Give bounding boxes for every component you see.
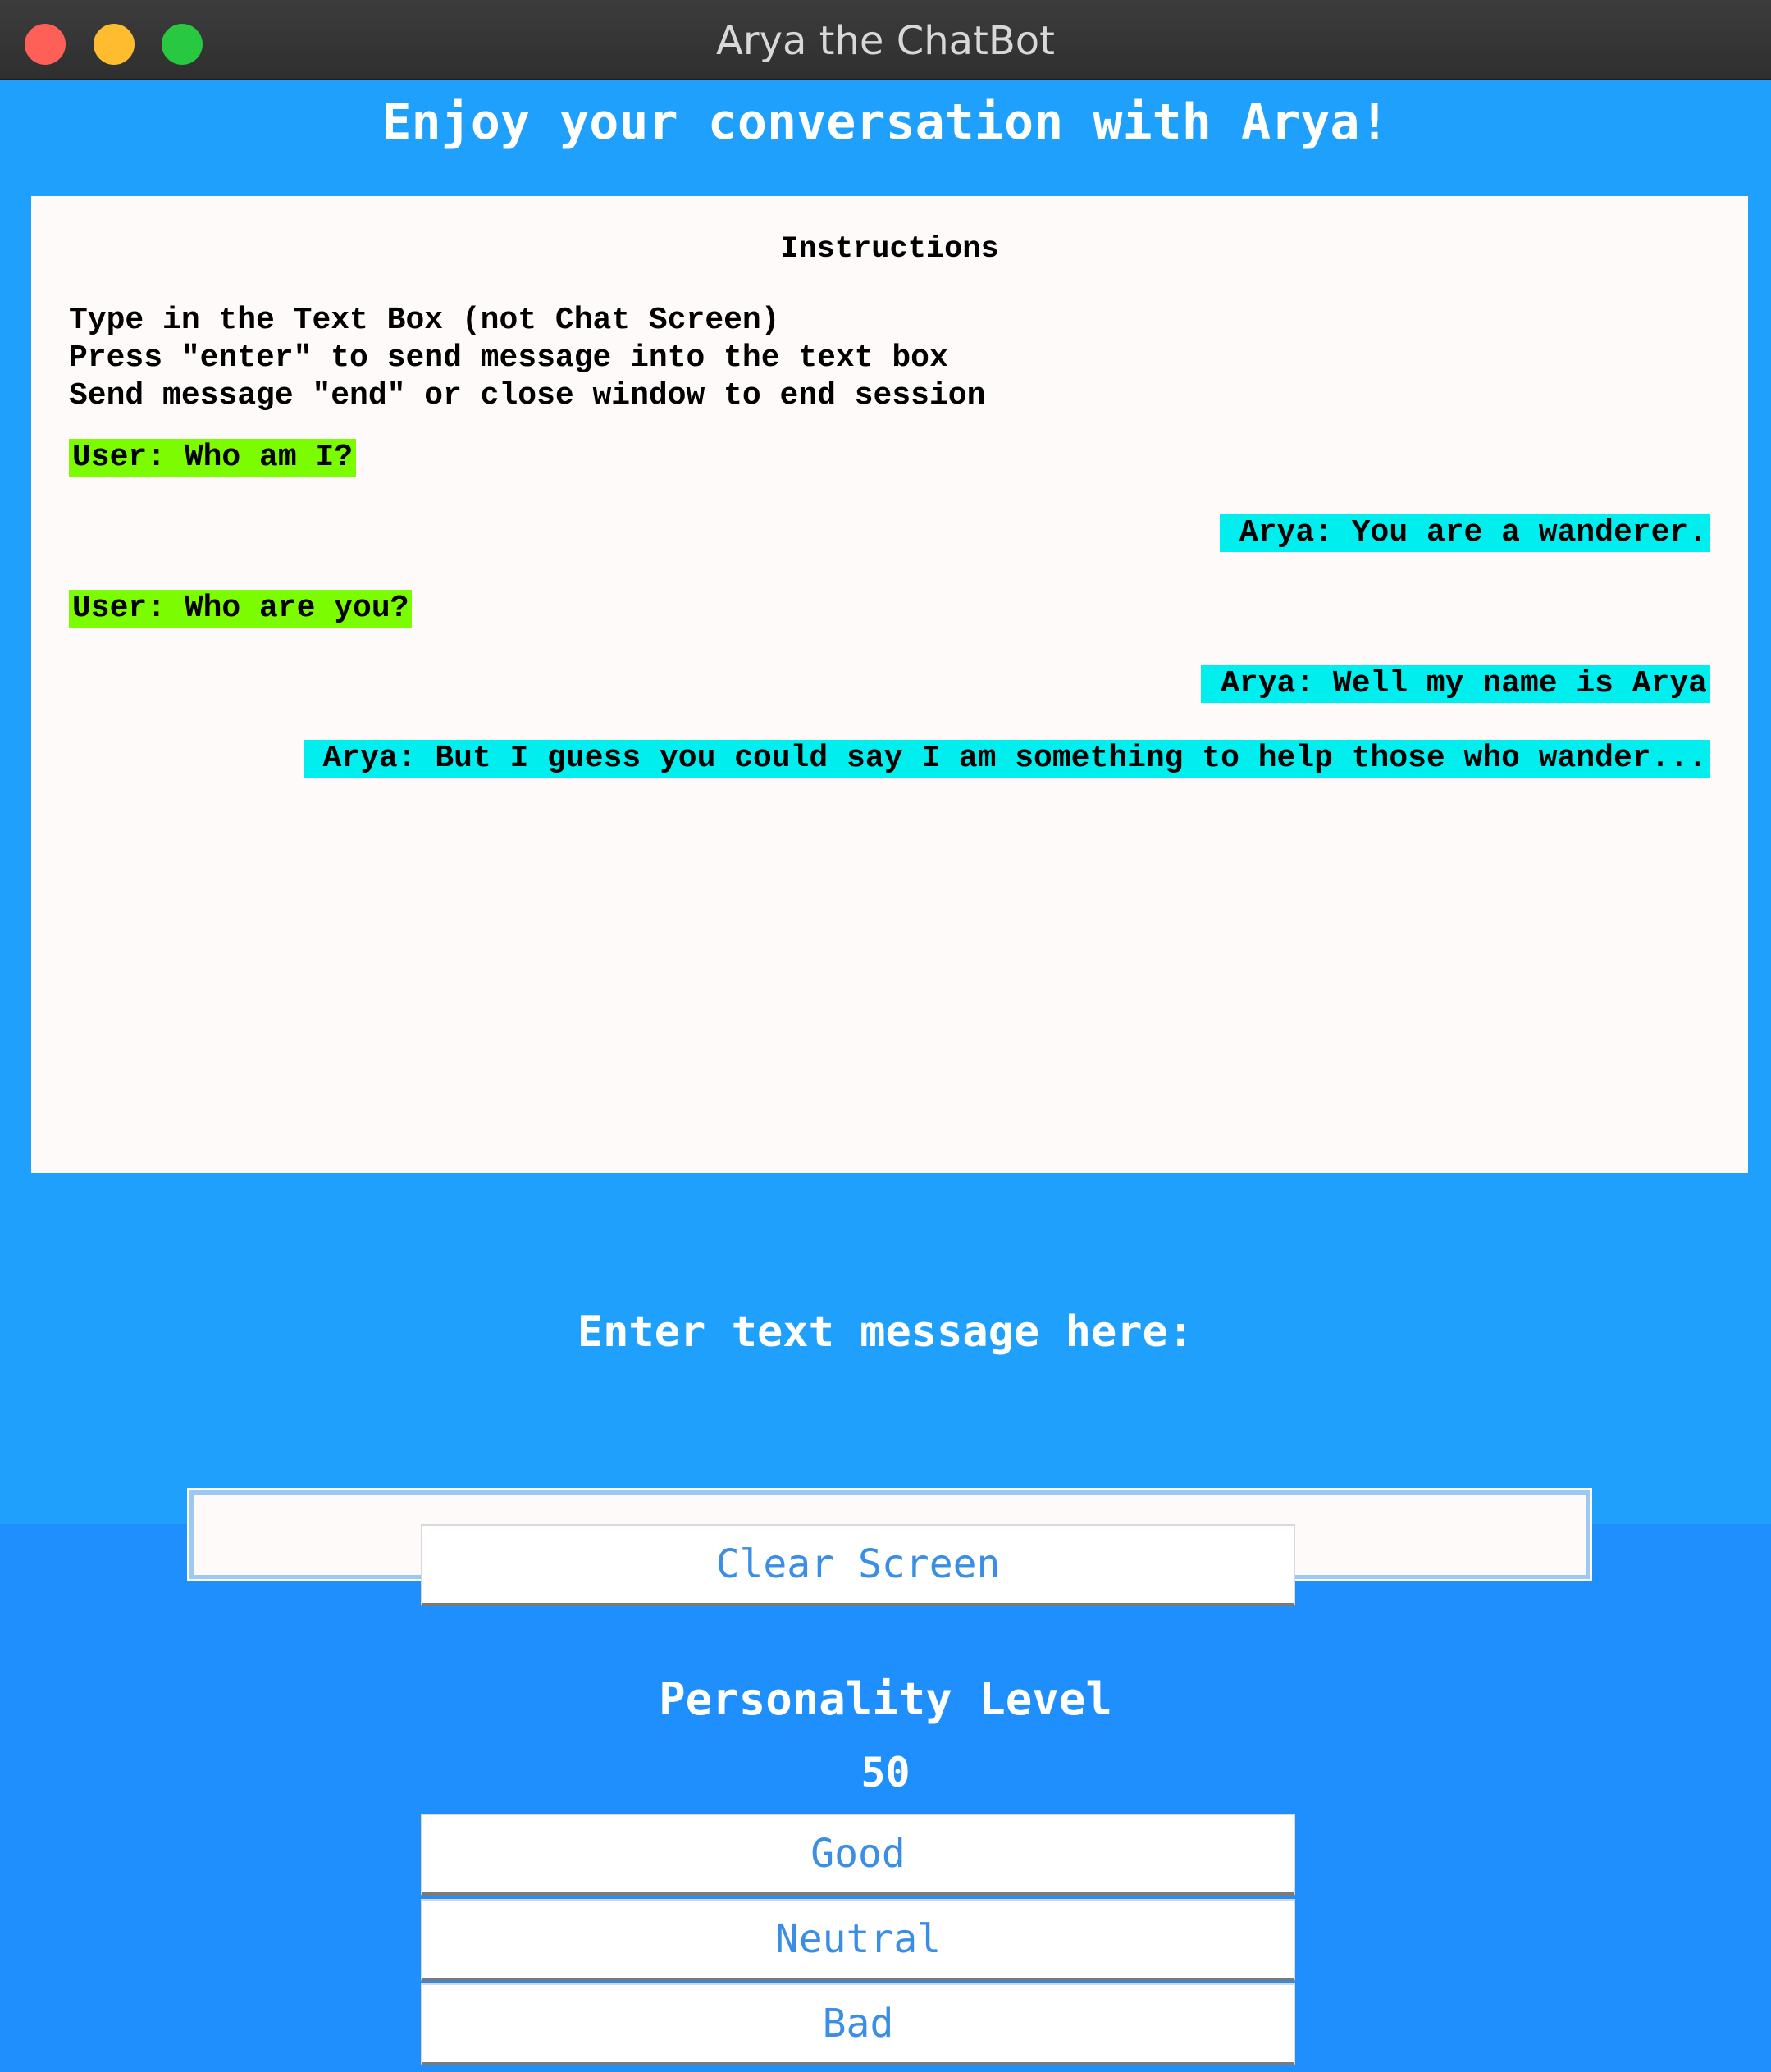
personality-level-label: Personality Level (659, 1673, 1112, 1725)
chat-screen[interactable]: Instructions Type in the Text Box (not C… (31, 196, 1748, 1173)
instruction-line: Type in the Text Box (not Chat Screen) (69, 303, 780, 338)
bot-message: Arya: But I guess you could say I am som… (303, 740, 1710, 778)
user-message: User: Who are you? (69, 590, 413, 628)
input-prompt: Enter text message here: (577, 1308, 1194, 1357)
bot-message: Arya: You are a wanderer. (1219, 514, 1710, 552)
neutral-button[interactable]: Neutral (421, 1899, 1295, 1981)
user-message: User: Who am I? (69, 439, 357, 477)
good-button[interactable]: Good (421, 1814, 1295, 1896)
title-bar: Arya the ChatBot (0, 0, 1771, 80)
instruction-line: Press "enter" to send message into the t… (69, 340, 948, 376)
main-panel: Enjoy your conversation with Arya! Instr… (0, 80, 1771, 1581)
personality-level-value: 50 (860, 1749, 911, 1796)
instructions-title: Instructions (780, 232, 999, 267)
bot-message: Arya: Well my name is Arya (1201, 665, 1710, 703)
window-title: Arya the ChatBot (716, 18, 1055, 64)
app-window: Arya the ChatBot Enjoy your conversation… (0, 0, 1771, 2072)
bad-button[interactable]: Bad (421, 1983, 1295, 2065)
instruction-line: Send message "end" or close window to en… (69, 378, 986, 413)
clear-screen-button[interactable]: Clear Screen (421, 1524, 1295, 1606)
page-title: Enjoy your conversation with Arya! (381, 94, 1390, 151)
